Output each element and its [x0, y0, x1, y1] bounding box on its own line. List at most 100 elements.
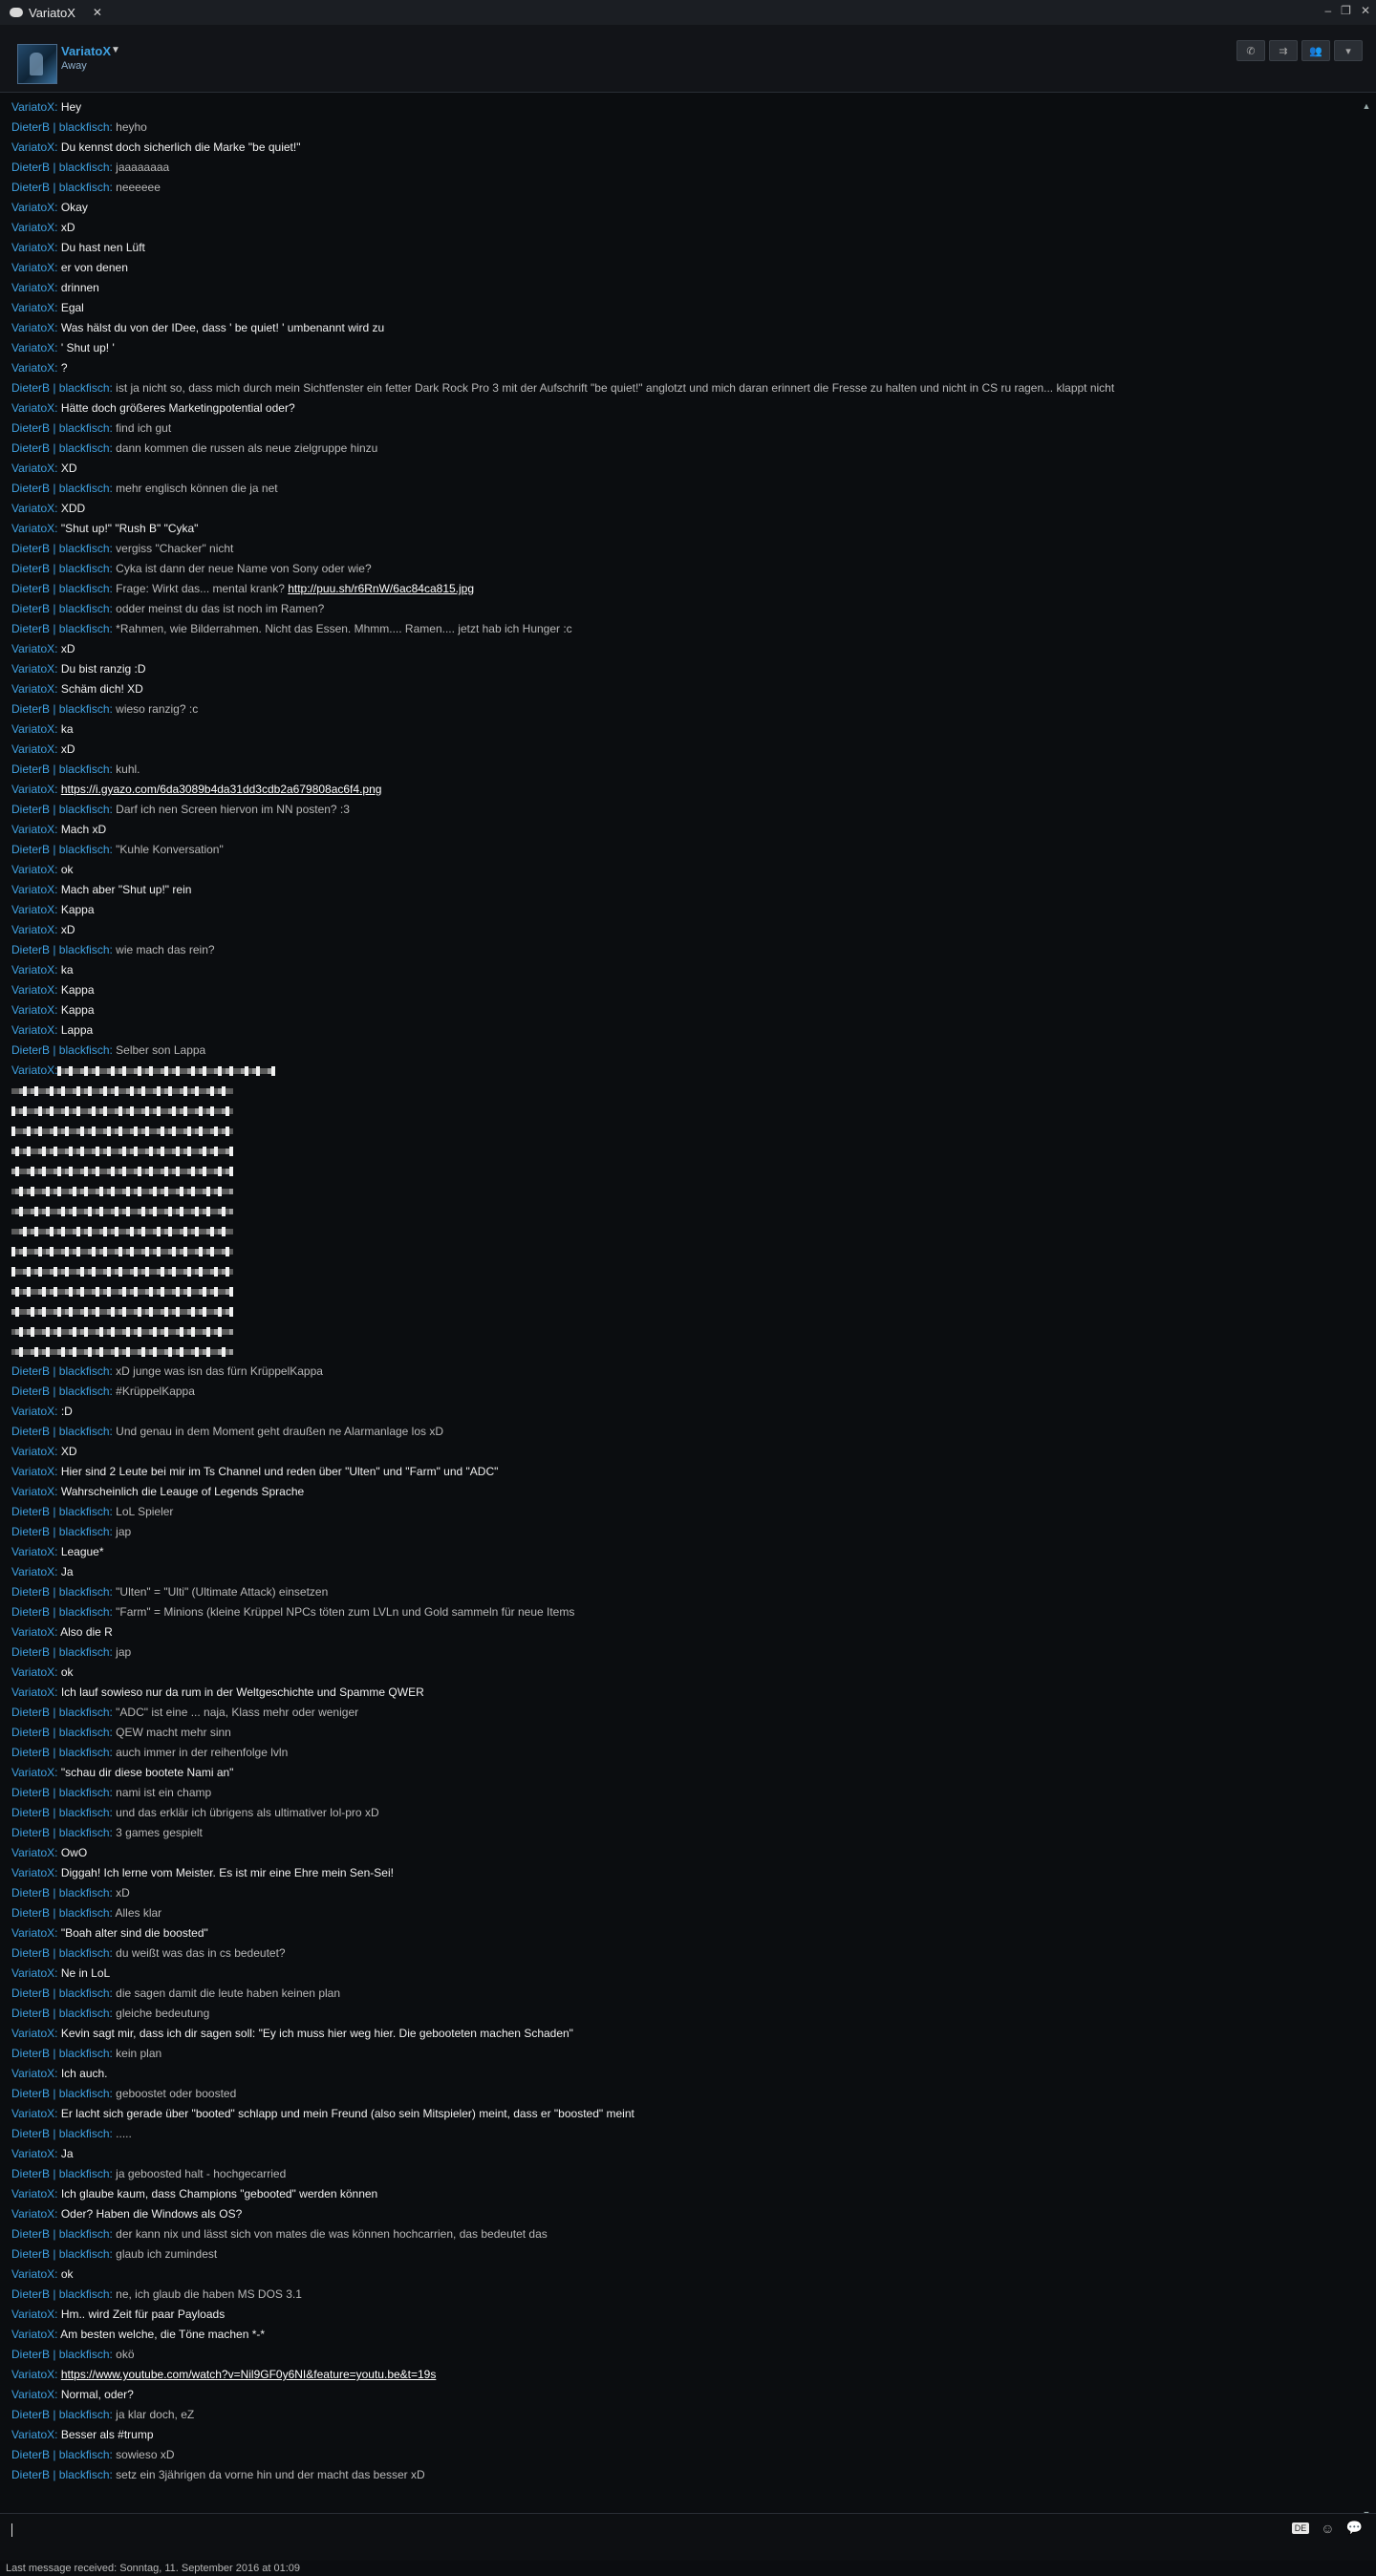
message-sender[interactable]: VariatoX:	[11, 2147, 61, 2160]
message-sender[interactable]: VariatoX:	[11, 2207, 61, 2221]
message-sender[interactable]: VariatoX:	[11, 502, 61, 515]
message-sender[interactable]: VariatoX:	[11, 1625, 60, 1639]
message-sender[interactable]: DieterB | blackfisch:	[11, 161, 116, 174]
more-dropdown-icon[interactable]: ▾	[1334, 40, 1363, 61]
message-sender[interactable]: VariatoX:	[11, 662, 61, 676]
message-sender[interactable]: VariatoX:	[11, 462, 61, 475]
message-sender[interactable]: VariatoX:	[11, 823, 61, 836]
message-sender[interactable]: DieterB | blackfisch:	[11, 1886, 116, 1900]
message-sender[interactable]: VariatoX:	[11, 301, 61, 314]
message-sender[interactable]: DieterB | blackfisch:	[11, 1645, 116, 1659]
message-sender[interactable]: VariatoX:	[11, 2308, 61, 2321]
message-sender[interactable]: DieterB | blackfisch:	[11, 622, 116, 635]
message-sender[interactable]: VariatoX:	[11, 1665, 61, 1679]
message-sender[interactable]: VariatoX:	[11, 642, 61, 655]
message-sender[interactable]: VariatoX:	[11, 1485, 61, 1498]
message-log[interactable]: VariatoX: Hey DieterB | blackfisch: heyho…	[0, 97, 1357, 2507]
message-link[interactable]: https://www.youtube.com/watch?v=Nil9GF0y…	[61, 2368, 437, 2381]
message-sender[interactable]: VariatoX:	[11, 281, 61, 294]
message-sender[interactable]: DieterB | blackfisch:	[11, 1425, 116, 1438]
message-sender[interactable]: DieterB | blackfisch:	[11, 1946, 116, 1960]
message-sender[interactable]: VariatoX:	[11, 722, 61, 736]
message-sender[interactable]: VariatoX:	[11, 1023, 61, 1037]
message-sender[interactable]: DieterB | blackfisch:	[11, 582, 116, 595]
message-sender[interactable]: VariatoX:	[11, 2027, 61, 2040]
message-sender[interactable]: VariatoX:	[11, 1766, 61, 1779]
message-sender[interactable]: VariatoX:	[11, 863, 61, 876]
message-link[interactable]: https://i.gyazo.com/6da3089b4da31dd3cdb2…	[61, 783, 382, 796]
message-sender[interactable]: VariatoX:	[11, 1966, 61, 1980]
message-sender[interactable]: DieterB | blackfisch:	[11, 120, 116, 134]
restore-button[interactable]: ❐	[1341, 4, 1351, 17]
message-sender[interactable]: VariatoX:	[11, 1926, 61, 1940]
message-sender[interactable]: DieterB | blackfisch:	[11, 2127, 116, 2140]
message-sender[interactable]: VariatoX:	[11, 1465, 61, 1478]
send-file-icon[interactable]: ⇉	[1269, 40, 1298, 61]
message-sender[interactable]: DieterB | blackfisch:	[11, 1385, 116, 1398]
message-sender[interactable]: VariatoX:	[11, 140, 61, 154]
message-sender[interactable]: DieterB | blackfisch:	[11, 2348, 116, 2361]
message-sender[interactable]: VariatoX:	[11, 261, 61, 274]
message-sender[interactable]: VariatoX:	[11, 1405, 61, 1418]
message-sender[interactable]: DieterB | blackfisch:	[11, 2167, 116, 2180]
message-sender[interactable]: VariatoX:	[11, 401, 61, 415]
message-sender[interactable]: DieterB | blackfisch:	[11, 1986, 116, 2000]
message-sender[interactable]: DieterB | blackfisch:	[11, 2087, 116, 2100]
message-sender[interactable]: VariatoX:	[11, 1003, 61, 1017]
message-sender[interactable]: VariatoX:	[11, 883, 61, 896]
message-sender[interactable]: DieterB | blackfisch:	[11, 1746, 116, 1759]
message-sender[interactable]: DieterB | blackfisch:	[11, 482, 116, 495]
message-sender[interactable]: VariatoX:	[11, 983, 61, 997]
message-sender[interactable]: DieterB | blackfisch:	[11, 943, 116, 956]
message-sender[interactable]: VariatoX:	[11, 2428, 61, 2441]
message-sender[interactable]: DieterB | blackfisch:	[11, 1605, 116, 1619]
avatar[interactable]	[17, 44, 57, 84]
message-sender[interactable]: DieterB | blackfisch:	[11, 1726, 116, 1739]
message-sender[interactable]: VariatoX:	[11, 522, 61, 535]
message-sender[interactable]: DieterB | blackfisch:	[11, 1364, 116, 1378]
message-sender[interactable]: DieterB | blackfisch:	[11, 181, 116, 194]
message-sender[interactable]: DieterB | blackfisch:	[11, 2287, 116, 2301]
message-sender[interactable]: VariatoX:	[11, 1545, 61, 1558]
message-sender[interactable]: DieterB | blackfisch:	[11, 1505, 116, 1518]
username[interactable]: VariatoX	[61, 44, 111, 58]
message-sender[interactable]: VariatoX:	[11, 682, 61, 696]
message-sender[interactable]: DieterB | blackfisch:	[11, 1806, 116, 1819]
message-sender[interactable]: VariatoX:	[11, 2328, 60, 2341]
message-sender[interactable]: VariatoX:	[11, 100, 61, 114]
message-sender[interactable]: DieterB | blackfisch:	[11, 762, 116, 776]
message-sender[interactable]: DieterB | blackfisch:	[11, 542, 116, 555]
message-link[interactable]: http://puu.sh/r6RnW/6ac84ca815.jpg	[288, 582, 474, 595]
message-sender[interactable]: DieterB | blackfisch:	[11, 562, 116, 575]
message-sender[interactable]: DieterB | blackfisch:	[11, 1706, 116, 1719]
message-sender[interactable]: DieterB | blackfisch:	[11, 1585, 116, 1599]
message-sender[interactable]: DieterB | blackfisch:	[11, 803, 116, 816]
tab-close-icon[interactable]: ✕	[93, 6, 102, 19]
message-sender[interactable]: VariatoX:	[11, 1846, 61, 1859]
message-sender[interactable]: VariatoX:	[11, 923, 61, 936]
message-sender[interactable]: VariatoX:	[11, 2368, 61, 2381]
message-sender[interactable]: VariatoX:	[11, 963, 61, 977]
message-sender[interactable]: DieterB | blackfisch:	[11, 1525, 116, 1538]
message-sender[interactable]: VariatoX:	[11, 742, 61, 756]
message-sender[interactable]: DieterB | blackfisch:	[11, 602, 116, 615]
message-sender[interactable]: DieterB | blackfisch:	[11, 2047, 116, 2060]
minimize-button[interactable]: –	[1324, 4, 1331, 17]
message-sender[interactable]: DieterB | blackfisch:	[11, 702, 116, 716]
message-sender[interactable]: DieterB | blackfisch:	[11, 2227, 116, 2241]
message-sender[interactable]: DieterB | blackfisch:	[11, 843, 116, 856]
message-sender[interactable]: VariatoX:	[11, 1061, 57, 1081]
message-sender[interactable]: DieterB | blackfisch:	[11, 2448, 116, 2461]
message-sender[interactable]: DieterB | blackfisch:	[11, 381, 116, 395]
message-sender[interactable]: DieterB | blackfisch:	[11, 1826, 116, 1839]
scroll-up-icon[interactable]: ▲	[1361, 101, 1372, 111]
message-sender[interactable]: VariatoX:	[11, 903, 61, 916]
message-sender[interactable]: VariatoX:	[11, 2067, 61, 2080]
message-sender[interactable]: DieterB | blackfisch:	[11, 441, 116, 455]
message-sender[interactable]: DieterB | blackfisch:	[11, 2247, 116, 2261]
message-sender[interactable]: VariatoX:	[11, 1565, 61, 1578]
message-sender[interactable]: DieterB | blackfisch:	[11, 2408, 116, 2421]
add-people-icon[interactable]: 👥	[1301, 40, 1330, 61]
scrollbar[interactable]: ▲ ▼	[1361, 101, 1372, 2519]
message-sender[interactable]: VariatoX:	[11, 1866, 61, 1879]
